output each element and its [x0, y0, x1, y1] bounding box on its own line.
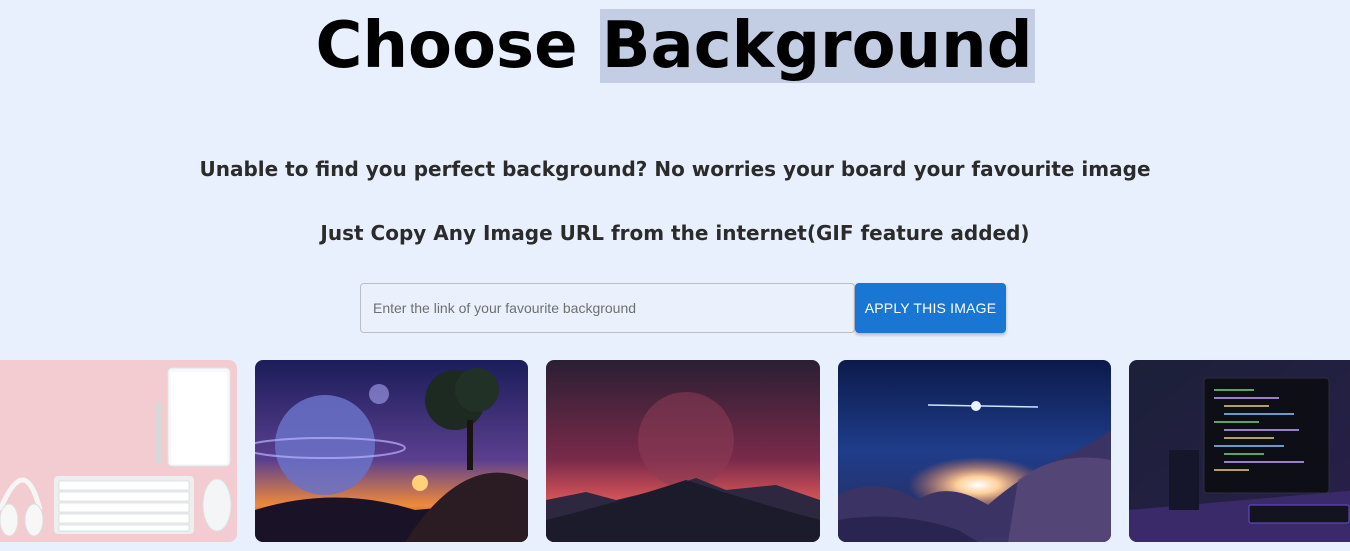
title-word-background: Background: [599, 9, 1035, 83]
background-thumbnail-mountain[interactable]: [546, 360, 820, 542]
title-word-choose: Choose: [315, 9, 578, 83]
background-thumbnail-planet[interactable]: [255, 360, 528, 542]
planet-tree-image: [255, 360, 528, 542]
image-url-input[interactable]: [360, 283, 855, 333]
background-chooser-page: Choose Background Unable to find you per…: [0, 0, 1350, 551]
desk-keyboard-image: [0, 360, 237, 542]
code-monitor-image: [1129, 360, 1350, 542]
star-clouds-image: [838, 360, 1111, 542]
background-thumbnail-code-monitor[interactable]: [1129, 360, 1350, 542]
apply-image-button[interactable]: APPLY THIS IMAGE: [855, 283, 1006, 333]
background-thumbnail-desk[interactable]: [0, 360, 237, 542]
mountain-dusk-image: [546, 360, 820, 542]
intro-line-1: Unable to find you perfect background? N…: [199, 157, 1151, 181]
background-thumbnail-clouds[interactable]: [838, 360, 1111, 542]
intro-line-2: Just Copy Any Image URL from the interne…: [320, 221, 1030, 245]
page-title: Choose Background: [0, 0, 1350, 92]
image-url-form: APPLY THIS IMAGE: [360, 283, 1006, 333]
